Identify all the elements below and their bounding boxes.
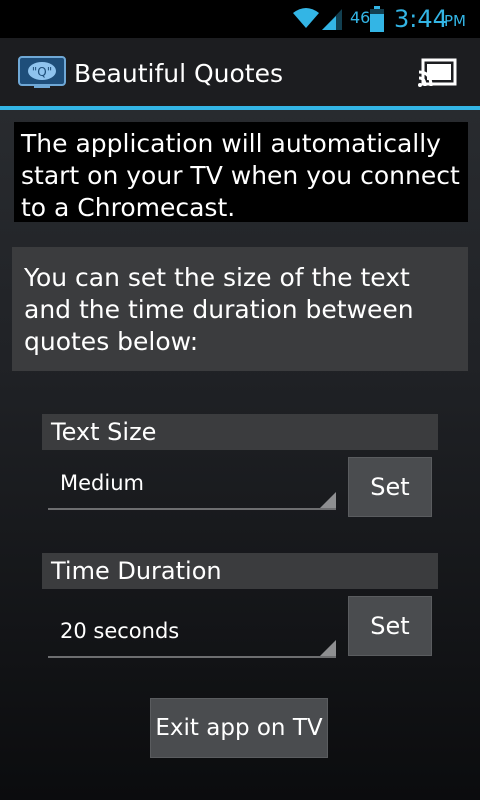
settings-info-text: You can set the size of the text and the… bbox=[24, 263, 414, 356]
action-bar: "Q" Beautiful Quotes bbox=[0, 38, 480, 106]
battery-icon bbox=[370, 6, 384, 32]
action-bar-divider bbox=[0, 106, 480, 110]
text-size-header: Text Size bbox=[42, 414, 438, 450]
cell-signal-icon bbox=[322, 9, 342, 30]
text-size-header-label: Text Size bbox=[51, 418, 157, 446]
exit-app-button[interactable]: Exit app on TV bbox=[150, 698, 328, 758]
time-duration-header: Time Duration bbox=[42, 553, 438, 589]
cast-button[interactable] bbox=[410, 54, 464, 92]
clock-ampm: PM bbox=[444, 12, 466, 30]
dropdown-arrow-icon bbox=[320, 640, 336, 656]
app-title: Beautiful Quotes bbox=[74, 59, 284, 88]
text-size-spinner[interactable]: Medium bbox=[48, 456, 336, 510]
cast-icon bbox=[418, 58, 457, 87]
tv-quote-icon: "Q" bbox=[18, 56, 66, 88]
time-duration-spinner[interactable]: 20 seconds bbox=[48, 604, 336, 658]
chromecast-info-box: The application will automatically start… bbox=[14, 122, 468, 222]
time-duration-selected-value: 20 seconds bbox=[60, 619, 180, 643]
settings-info-box: You can set the size of the text and the… bbox=[12, 247, 468, 371]
time-duration-header-label: Time Duration bbox=[51, 557, 222, 585]
dropdown-arrow-icon bbox=[320, 492, 336, 508]
wifi-icon bbox=[293, 8, 319, 28]
status-bar: 46 3:44 PM bbox=[0, 0, 480, 38]
clock-time: 3:44 bbox=[394, 5, 448, 33]
network-type-label: 46 bbox=[350, 8, 371, 27]
svg-text:"Q": "Q" bbox=[32, 65, 52, 79]
text-size-set-button[interactable]: Set bbox=[348, 457, 432, 517]
chromecast-info-text: The application will automatically start… bbox=[21, 129, 460, 222]
text-size-selected-value: Medium bbox=[60, 471, 144, 495]
time-duration-set-button[interactable]: Set bbox=[348, 596, 432, 656]
